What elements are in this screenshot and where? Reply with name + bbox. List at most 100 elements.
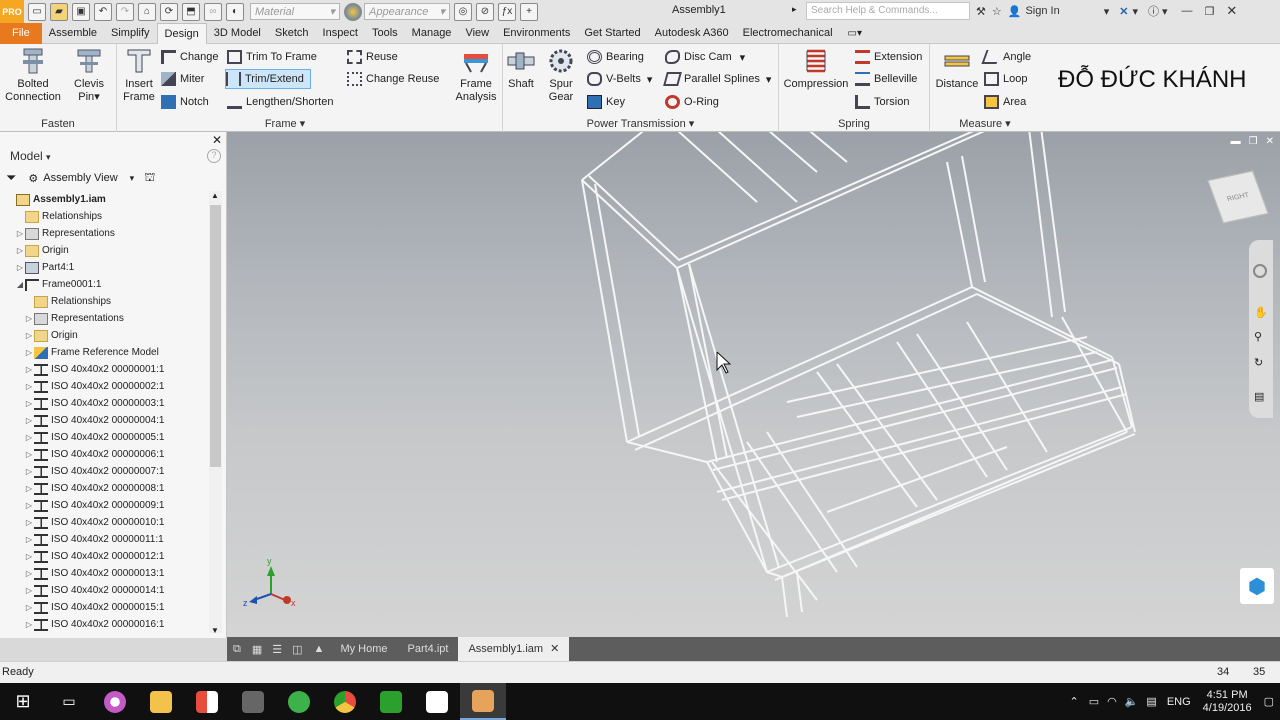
app-taskbar-button-2[interactable] — [230, 683, 276, 720]
close-icon[interactable]: ✕ — [1226, 3, 1237, 19]
shaft-button[interactable]: Shaft — [505, 46, 537, 91]
frame-member-item[interactable]: ▷ ISO 40x40x2 00000014:1 — [0, 582, 210, 599]
frame-member-item[interactable]: ▷ ISO 40x40x2 00000001:1 — [0, 361, 210, 378]
search-input[interactable]: Search Help & Commands... — [806, 2, 970, 20]
compression-button[interactable]: Compression — [781, 46, 851, 91]
help-icon[interactable]: ⓘ — [1148, 3, 1159, 19]
chevron-down-icon[interactable]: ▾ — [1162, 5, 1168, 18]
tab-view[interactable]: View — [458, 23, 496, 44]
expand-arrow-icon[interactable]: ▷ — [24, 331, 34, 340]
select-icon[interactable]: ⬒ — [182, 2, 200, 21]
v-belts-button[interactable]: V-Belts ▾ — [587, 69, 652, 89]
adjust-icon[interactable]: ◎ — [454, 2, 472, 21]
ribbon-options-icon[interactable]: ▭▾ — [848, 28, 862, 39]
expand-arrow-icon[interactable]: ▷ — [24, 569, 34, 578]
frame-member-item[interactable]: ▷ ISO 40x40x2 00000007:1 — [0, 463, 210, 480]
start-button[interactable]: ⊞ — [0, 683, 46, 720]
document-tab[interactable]: Assembly1.iam ✕ — [458, 637, 570, 661]
frame-member-item[interactable]: ▷ ISO 40x40x2 00000013:1 — [0, 565, 210, 582]
frame-model-drawing[interactable]: z y x — [227, 132, 1280, 637]
tab-tools[interactable]: Tools — [365, 23, 405, 44]
minimize-icon[interactable]: — — [1182, 5, 1193, 17]
undo-icon[interactable]: ↶ — [94, 2, 112, 21]
inventor-taskbar-button[interactable] — [460, 683, 506, 720]
material-select[interactable]: Material ▾ — [250, 3, 340, 20]
close-icon[interactable]: ✕ — [212, 133, 222, 147]
tab-autodesk-a360[interactable]: Autodesk A360 — [648, 23, 736, 44]
expand-arrow-icon[interactable]: ▷ — [15, 263, 25, 272]
document-tab[interactable]: My Home — [330, 637, 397, 661]
tab-3d-model[interactable]: 3D Model — [207, 23, 268, 44]
expand-arrow-icon[interactable]: ▷ — [24, 416, 34, 425]
frame-member-item[interactable]: ▷ ISO 40x40x2 00000008:1 — [0, 480, 210, 497]
arrange-up-icon[interactable]: ▲ — [308, 643, 331, 655]
measure-group-title[interactable]: Measure ▾ — [930, 117, 1040, 130]
area-button[interactable]: Area — [984, 92, 1026, 112]
tree-item[interactable]: Assembly1.iam — [0, 191, 210, 208]
sign-in-link[interactable]: Sign In — [1025, 5, 1059, 17]
browser-scrollbar[interactable]: ▲ ▼ — [209, 191, 222, 635]
model-browser-title[interactable]: Model ▾ — [10, 149, 51, 163]
battery-icon[interactable]: ▭ — [1089, 695, 1099, 708]
tab-simplify[interactable]: Simplify — [104, 23, 157, 44]
orbit-icon[interactable]: ↻ — [1254, 356, 1263, 369]
tab-environments[interactable]: Environments — [496, 23, 577, 44]
autodesk-x-icon[interactable]: ✕ — [1119, 5, 1128, 18]
app-logo[interactable]: PRO — [0, 0, 24, 23]
camtasia-taskbar-button[interactable] — [368, 683, 414, 720]
user-icon[interactable]: 👤 — [1008, 5, 1022, 18]
clock[interactable]: 4:51 PM 4/19/2016 — [1203, 689, 1252, 715]
tab-sketch[interactable]: Sketch — [268, 23, 316, 44]
tree-item[interactable]: Relationships — [0, 293, 210, 310]
tab-manage[interactable]: Manage — [405, 23, 459, 44]
save-icon[interactable]: ▣ — [72, 2, 90, 21]
frame-member-item[interactable]: ▷ ISO 40x40x2 00000005:1 — [0, 429, 210, 446]
frame-member-item[interactable]: ▷ ISO 40x40x2 00000004:1 — [0, 412, 210, 429]
appearance-icon[interactable] — [344, 2, 362, 21]
tab-inspect[interactable]: Inspect — [316, 23, 365, 44]
trim-extend-button[interactable]: Trim/Extend — [225, 69, 311, 89]
home-icon[interactable]: ⌂ — [138, 2, 156, 21]
app-taskbar-button-1[interactable] — [184, 683, 230, 720]
frame-member-item[interactable]: ▷ ISO 40x40x2 00000012:1 — [0, 548, 210, 565]
frame-member-item[interactable]: ▷ ISO 40x40x2 00000006:1 — [0, 446, 210, 463]
scroll-thumb[interactable] — [210, 205, 221, 467]
open-file-icon[interactable]: ▰ — [50, 2, 68, 21]
chevron-down-icon[interactable]: ▾ — [130, 173, 135, 184]
close-icon[interactable]: ✕ — [547, 643, 559, 655]
trim-to-frame-button[interactable]: Trim To Frame — [227, 47, 317, 67]
update-icon[interactable]: ⟳ — [160, 2, 178, 21]
o-ring-button[interactable]: O-Ring — [665, 92, 719, 112]
add-icon[interactable]: + — [520, 2, 538, 21]
frame-group-title[interactable]: Frame ▾ — [117, 117, 453, 130]
angle-button[interactable]: Angle — [981, 47, 1031, 67]
expand-arrow-icon[interactable]: ▷ — [24, 382, 34, 391]
expand-arrow-icon[interactable]: ▷ — [24, 365, 34, 374]
volume-icon[interactable]: 🔈 — [1125, 695, 1139, 708]
filter-icon[interactable]: ⏷ — [6, 170, 16, 186]
extension-button[interactable]: Extension — [855, 47, 922, 67]
restore-icon[interactable]: ❐ — [1205, 5, 1215, 18]
belleville-button[interactable]: Belleville — [855, 69, 917, 89]
frame-member-item[interactable]: ▷ ISO 40x40x2 00000015:1 — [0, 599, 210, 616]
disc-cam-button[interactable]: Disc Cam ▾ — [665, 47, 745, 67]
loop-button[interactable]: Loop — [984, 69, 1027, 89]
a360-icon[interactable]: ⬢ — [1240, 568, 1274, 604]
tab-assemble[interactable]: Assemble — [42, 23, 104, 44]
expand-arrow-icon[interactable]: ▷ — [24, 399, 34, 408]
assembly-view-select[interactable]: Assembly View — [43, 172, 117, 184]
expand-arrow-icon[interactable]: ▷ — [24, 450, 34, 459]
tab-file[interactable]: File — [0, 22, 42, 44]
graphics-viewport[interactable]: z y x ▬ ❐ ✕ RIGHT ✋ ⚲ ↻ ▤ ⬢ — [227, 132, 1280, 637]
chevron-down-icon[interactable]: ▾ — [1104, 5, 1110, 18]
chevron-up-icon[interactable]: ⌃ — [1069, 695, 1078, 708]
frame-member-item[interactable]: ▷ ISO 40x40x2 00000010:1 — [0, 514, 210, 531]
task-view-button[interactable]: ▭ — [46, 683, 92, 720]
tree-item[interactable]: ▷ Part4:1 — [0, 259, 210, 276]
chevron-down-icon[interactable]: ▾ — [1132, 5, 1138, 18]
key-button[interactable]: Key — [587, 92, 625, 112]
minimize-icon[interactable]: ▬ — [1231, 136, 1241, 147]
bearing-button[interactable]: Bearing — [587, 47, 644, 67]
tile-icon[interactable]: ▦ — [247, 643, 267, 656]
spur-gear-button[interactable]: Spur Gear — [543, 46, 579, 104]
